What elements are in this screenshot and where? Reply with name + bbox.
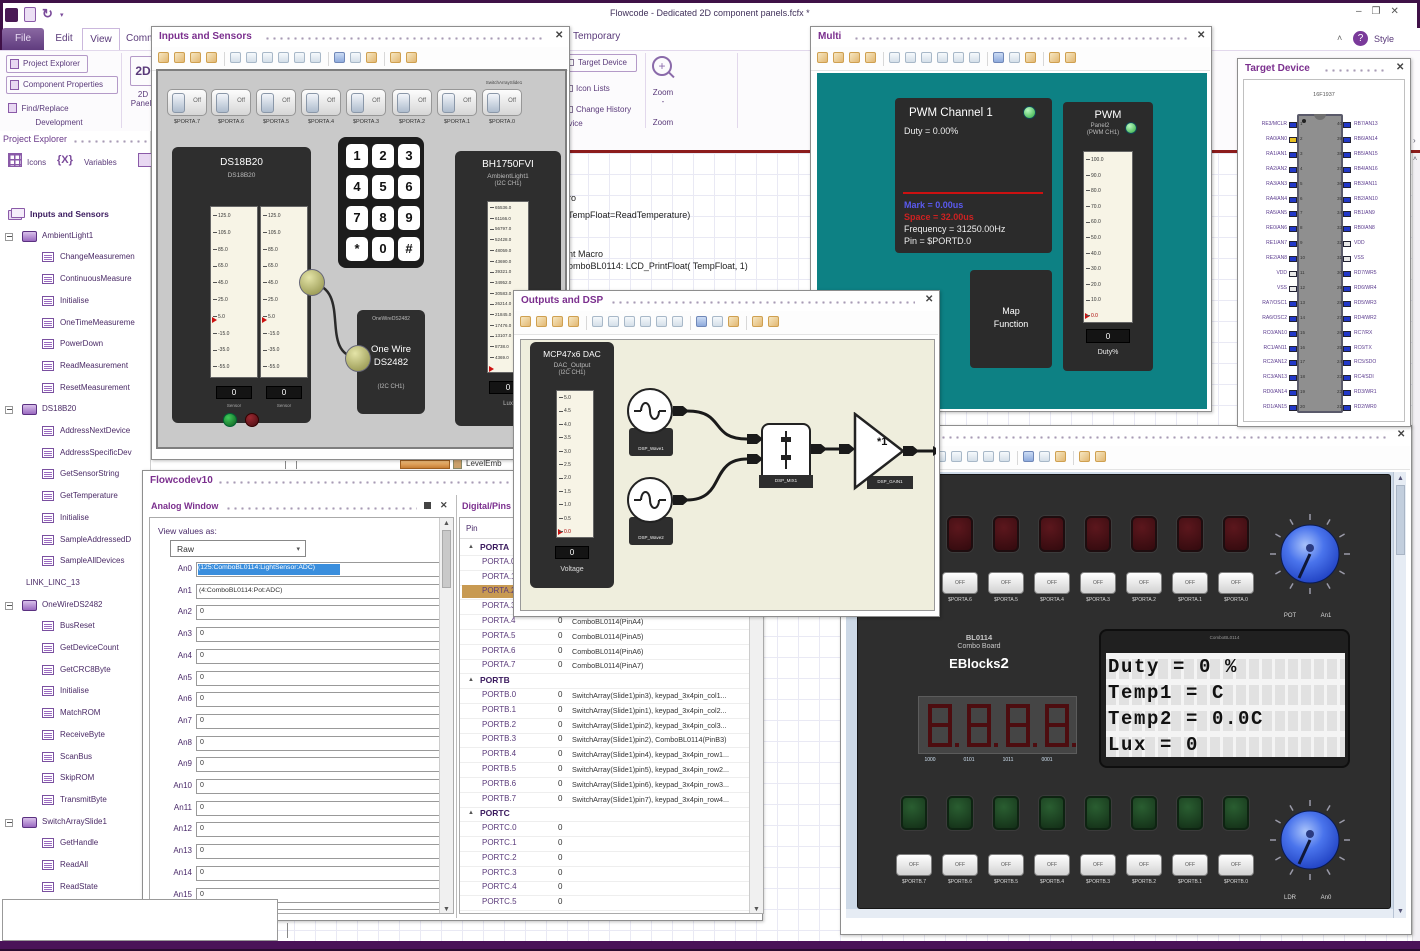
- svg-text:*1: *1: [877, 436, 887, 448]
